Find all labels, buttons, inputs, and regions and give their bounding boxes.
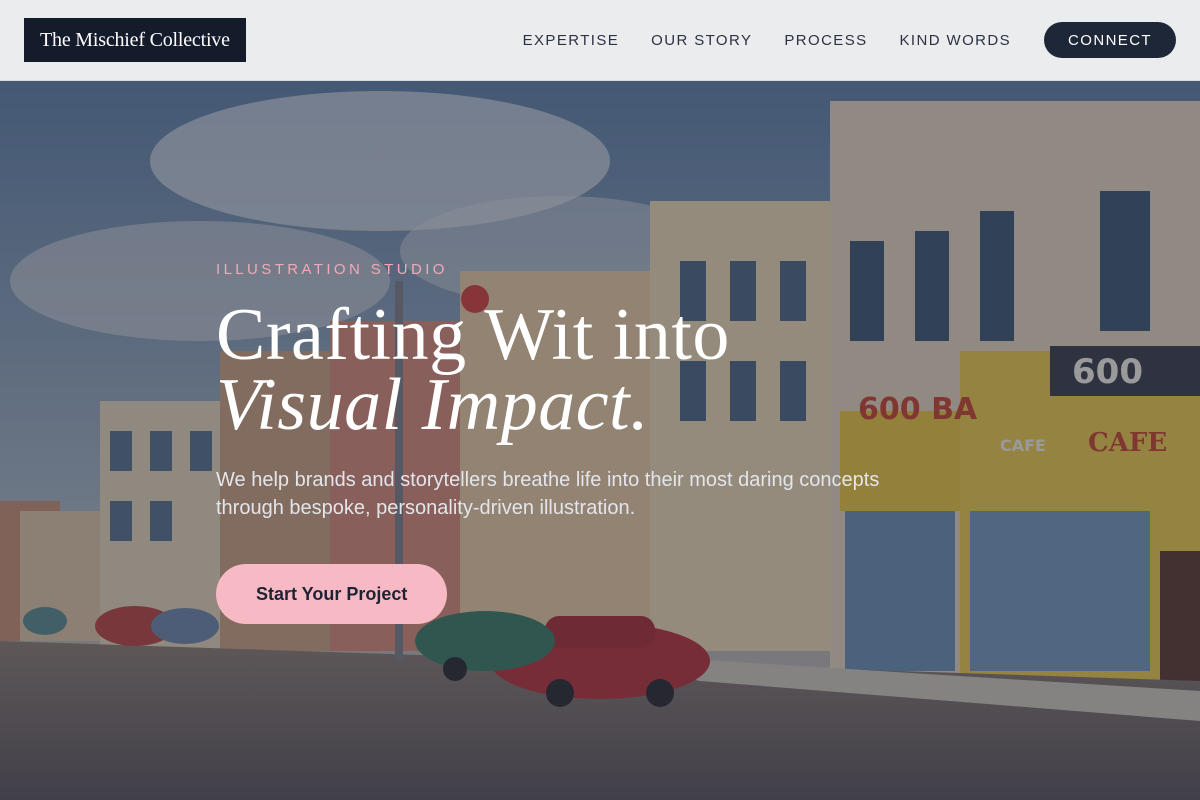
nav-link-our-story[interactable]: OUR STORY [651, 32, 752, 49]
nav-link-process[interactable]: PROCESS [784, 32, 867, 49]
site-logo[interactable]: The Mischief Collective [24, 18, 246, 62]
hero-section: 600 600 BA CAFE CAFE ILLUSTRATION STUDIO… [0, 81, 1200, 800]
nav-link-expertise[interactable]: EXPERTISE [523, 32, 620, 49]
site-header: The Mischief Collective EXPERTISE OUR ST… [0, 0, 1200, 81]
start-project-button[interactable]: Start Your Project [216, 564, 448, 624]
nav-link-kind-words[interactable]: KIND WORDS [900, 32, 1012, 49]
connect-button[interactable]: CONNECT [1044, 22, 1176, 58]
hero-headline-line2: Visual Impact. [216, 364, 650, 446]
hero-headline: Crafting Wit into Visual Impact. [216, 298, 976, 446]
main-nav: EXPERTISE OUR STORY PROCESS KIND WORDS C… [523, 22, 1176, 58]
hero-subcopy: We help brands and storytellers breathe … [216, 469, 880, 519]
hero-eyebrow: ILLUSTRATION STUDIO [216, 261, 448, 278]
hero-content: ILLUSTRATION STUDIO Crafting Wit into Vi… [216, 261, 976, 624]
